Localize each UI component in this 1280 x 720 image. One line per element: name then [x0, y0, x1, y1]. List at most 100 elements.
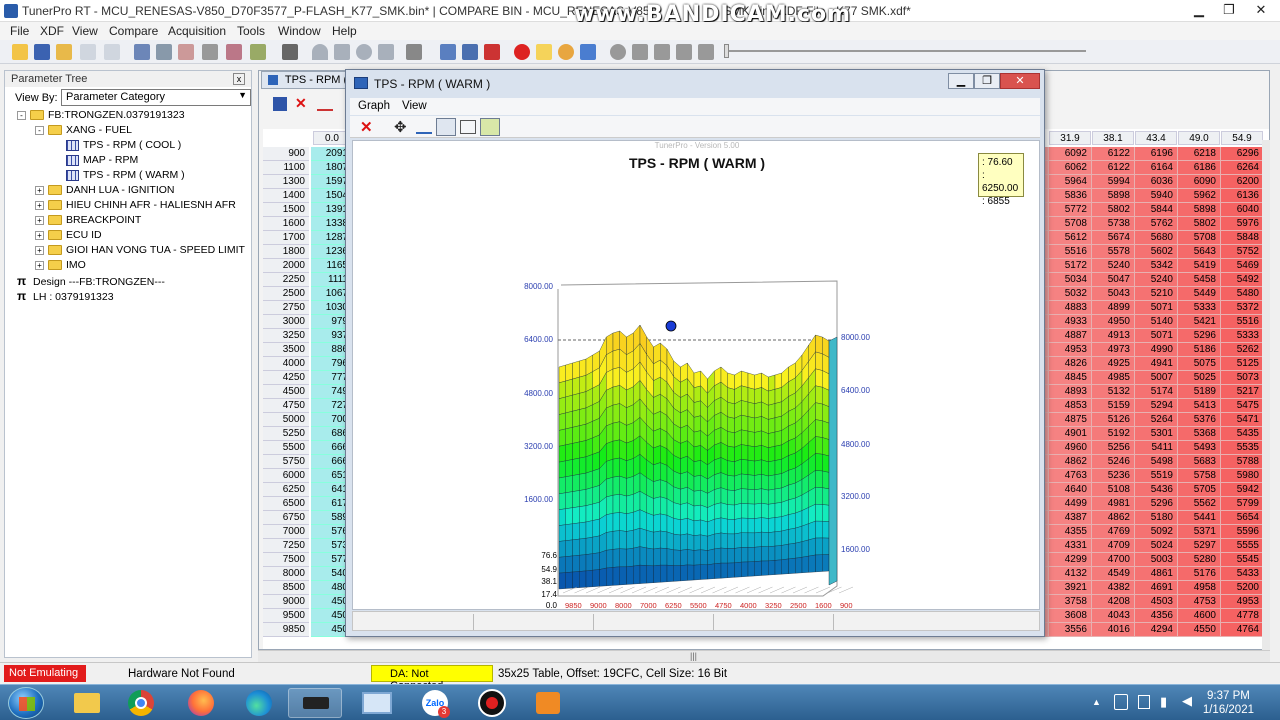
table-cell[interactable]: 5043: [1092, 287, 1135, 301]
table-cell[interactable]: 4826: [1049, 357, 1092, 371]
next-icon[interactable]: [378, 44, 394, 60]
table-cell[interactable]: 5898: [1092, 189, 1135, 203]
taskbar-chrome[interactable]: [115, 688, 169, 718]
table-cell[interactable]: 5176: [1178, 567, 1221, 581]
table-cell[interactable]: 6218: [1178, 147, 1221, 161]
table-cell[interactable]: 5475: [1221, 399, 1264, 413]
table-cell[interactable]: 4875: [1049, 413, 1092, 427]
page-icon[interactable]: [104, 44, 120, 60]
pause-icon[interactable]: [654, 44, 670, 60]
table-cell[interactable]: 3758: [1049, 595, 1092, 609]
table-cell[interactable]: 5025: [1178, 371, 1221, 385]
table-cell[interactable]: 4853: [1049, 399, 1092, 413]
tray-up-icon[interactable]: ▲: [1092, 697, 1101, 707]
expand-icon[interactable]: -: [35, 125, 44, 135]
table-cell[interactable]: 5371: [1178, 525, 1221, 539]
play-dot-icon[interactable]: [610, 44, 626, 60]
taskbar-edge[interactable]: [232, 688, 286, 718]
table-cell[interactable]: 4960: [1049, 441, 1092, 455]
table-cell[interactable]: 5516: [1049, 245, 1092, 259]
table-cell[interactable]: 6036: [1135, 175, 1178, 189]
table-cell[interactable]: 5174: [1135, 385, 1178, 399]
table-cell[interactable]: 5264: [1135, 413, 1178, 427]
table-cell[interactable]: 5705: [1178, 483, 1221, 497]
move-icon[interactable]: ✥: [394, 118, 407, 136]
table-cell[interactable]: 6122: [1092, 161, 1135, 175]
table-cell[interactable]: 5294: [1135, 399, 1178, 413]
table-cell[interactable]: 4550: [1178, 623, 1221, 637]
table-cell[interactable]: 4862: [1049, 455, 1092, 469]
edit-icon[interactable]: [134, 44, 150, 60]
table-cell[interactable]: 5280: [1178, 553, 1221, 567]
table-cell[interactable]: 5189: [1178, 385, 1221, 399]
playback-slider[interactable]: [726, 50, 1086, 52]
table-cell[interactable]: 6264: [1221, 161, 1264, 175]
chip2-icon[interactable]: [406, 44, 422, 60]
expand-icon[interactable]: +: [35, 185, 44, 195]
expand-icon[interactable]: +: [35, 230, 44, 240]
table-cell[interactable]: 5047: [1092, 273, 1135, 287]
table-cell[interactable]: 5602: [1135, 245, 1178, 259]
graph-menu-view[interactable]: View: [402, 100, 427, 112]
table-cell[interactable]: 5762: [1135, 217, 1178, 231]
taskbar-firefox[interactable]: [174, 688, 228, 718]
table-cell[interactable]: 4387: [1049, 511, 1092, 525]
table-cell[interactable]: 5192: [1092, 427, 1135, 441]
menu-help[interactable]: Help: [332, 24, 357, 38]
table-cell[interactable]: 5132: [1092, 385, 1135, 399]
tree-item[interactable]: π Design ---FB:TRONGZEN---: [17, 274, 165, 289]
table-cell[interactable]: 5772: [1049, 203, 1092, 217]
table-cell[interactable]: 5007: [1135, 371, 1178, 385]
play-icon[interactable]: [632, 44, 648, 60]
tray-battery-icon[interactable]: [1138, 695, 1150, 709]
chart-icon[interactable]: [580, 44, 596, 60]
table-cell[interactable]: 5471: [1221, 413, 1264, 427]
table-cell[interactable]: 5836: [1049, 189, 1092, 203]
note-icon[interactable]: [536, 44, 552, 60]
connect-icon[interactable]: [440, 44, 456, 60]
log-icon[interactable]: [484, 44, 500, 60]
table-cell[interactable]: 5469: [1221, 259, 1264, 273]
table-cell[interactable]: 4845: [1049, 371, 1092, 385]
table-cell[interactable]: 4549: [1092, 567, 1135, 581]
table-cell[interactable]: 5848: [1221, 231, 1264, 245]
table-cell[interactable]: 4901: [1049, 427, 1092, 441]
table-window-tab[interactable]: TPS - RPM (: [261, 71, 355, 89]
table-cell[interactable]: 4981: [1092, 497, 1135, 511]
table-cell[interactable]: 6062: [1049, 161, 1092, 175]
table-cell[interactable]: 4382: [1092, 581, 1135, 595]
graph-wireframe-icon[interactable]: [460, 120, 476, 134]
table-cell[interactable]: 5126: [1092, 413, 1135, 427]
table-cell[interactable]: 4778: [1221, 609, 1264, 623]
table-cell[interactable]: 4016: [1092, 623, 1135, 637]
table-cell[interactable]: 5003: [1135, 553, 1178, 567]
menu-acquisition[interactable]: Acquisition: [168, 24, 226, 38]
table-cell[interactable]: 5411: [1135, 441, 1178, 455]
table-cell[interactable]: 5458: [1178, 273, 1221, 287]
table-cell[interactable]: 4887: [1049, 329, 1092, 343]
table-cell[interactable]: 5372: [1221, 301, 1264, 315]
table-cell[interactable]: 4913: [1092, 329, 1135, 343]
table-cell[interactable]: 4883: [1049, 301, 1092, 315]
clock[interactable]: 9:37 PM 1/16/2021: [1203, 689, 1254, 717]
close-button[interactable]: ✕: [1246, 0, 1276, 20]
table-cell[interactable]: 5449: [1178, 287, 1221, 301]
table-cell[interactable]: 4950: [1092, 315, 1135, 329]
table-cell[interactable]: 5994: [1092, 175, 1135, 189]
table-cell[interactable]: 5210: [1135, 287, 1178, 301]
table-cell[interactable]: 5519: [1135, 469, 1178, 483]
menu-tools[interactable]: Tools: [237, 24, 265, 38]
graph-canvas[interactable]: TunerPro - Version 5.00 TPS - RPM ( WARM…: [352, 140, 1040, 610]
table-cell[interactable]: 4503: [1135, 595, 1178, 609]
table-cell[interactable]: 6196: [1135, 147, 1178, 161]
menu-window[interactable]: Window: [278, 24, 321, 38]
table-cell[interactable]: 5071: [1135, 329, 1178, 343]
table-cell[interactable]: 5898: [1178, 203, 1221, 217]
table-cell[interactable]: 4973: [1092, 343, 1135, 357]
table-cell[interactable]: 5555: [1221, 539, 1264, 553]
eject-icon[interactable]: [698, 44, 714, 60]
table-cell[interactable]: 5296: [1135, 497, 1178, 511]
tree-item[interactable]: TPS - RPM ( WARM ): [53, 169, 185, 184]
table-cell[interactable]: 5262: [1221, 343, 1264, 357]
table-save-icon[interactable]: [273, 97, 287, 111]
